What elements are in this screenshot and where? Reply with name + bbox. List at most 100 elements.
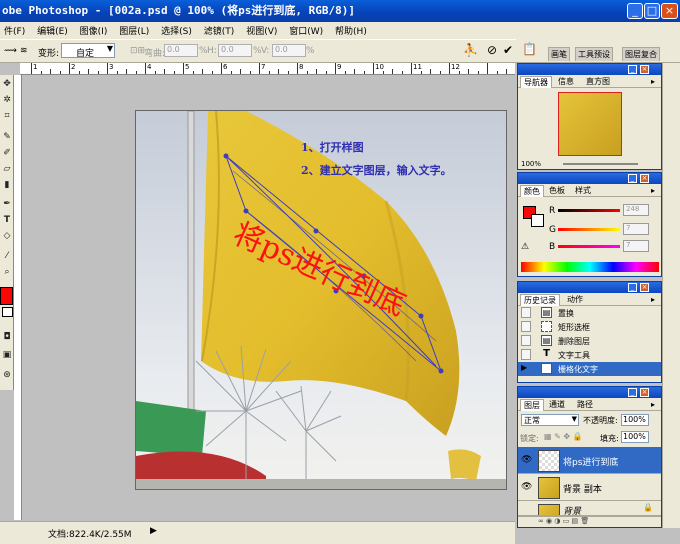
menu-layer[interactable]: 图层(L) [115, 22, 154, 37]
panel-minimize-button[interactable]: _ [628, 283, 637, 292]
magic-wand-icon[interactable]: ✲ [1, 93, 13, 107]
history-item[interactable]: T 文字工具 [518, 348, 661, 362]
v-field[interactable]: 0.0 [272, 44, 306, 57]
tab-styles[interactable]: 样式 [572, 185, 594, 197]
history-item[interactable]: ▤ 删除图层 [518, 334, 661, 348]
panel-minimize-button[interactable]: _ [628, 388, 637, 397]
menu-image[interactable]: 图像(I) [76, 22, 113, 37]
panel-menu-icon[interactable]: ▸ [648, 294, 658, 306]
ruler-tick [240, 69, 241, 74]
gradient-icon[interactable]: ▮ [1, 178, 13, 192]
fill-field[interactable]: 100% [621, 431, 649, 443]
tab-actions[interactable]: 动作 [564, 294, 586, 306]
panel-close-button[interactable]: × [640, 388, 649, 397]
palette-scrollbar[interactable] [662, 63, 680, 528]
imageready-icon[interactable]: ⊛ [1, 368, 13, 382]
tab-history[interactable]: 历史记录 [520, 294, 560, 306]
navigator-zoom[interactable]: 100% [521, 160, 541, 168]
menu-filter[interactable]: 滤镜(T) [200, 22, 240, 37]
move-tool-icon[interactable]: ✥ [1, 77, 13, 91]
menu-window[interactable]: 窗口(W) [285, 22, 328, 37]
lock-icons[interactable]: ▦ ✎ ✥ 🔒 [544, 432, 583, 441]
tab-brushes[interactable]: 画笔 [548, 47, 570, 61]
screen-mode-icon[interactable]: ▣ [1, 348, 13, 362]
panel-minimize-button[interactable]: _ [628, 65, 637, 74]
history-item[interactable]: ▤ 置换 [518, 306, 661, 320]
shape-tool-icon[interactable]: ◇ [1, 229, 13, 243]
window-title: obe Photoshop - [002a.psd @ 100% (将ps进行到… [2, 4, 356, 17]
type-tool-icon[interactable]: T [1, 213, 13, 227]
panel-close-button[interactable]: × [640, 174, 649, 183]
background-swatch[interactable] [531, 214, 544, 227]
navigator-thumbnail[interactable] [558, 92, 622, 156]
g-field[interactable]: 7 [623, 223, 649, 235]
ruler-tick [487, 63, 488, 74]
tab-channels[interactable]: 通道 [546, 399, 568, 411]
chevron-down-icon: ▼ [571, 415, 577, 423]
crop-tool-icon[interactable]: ⌗ [1, 109, 13, 123]
blend-mode-select[interactable]: 正常 ▼ [521, 414, 579, 426]
warp-style-select[interactable]: 自定 ▼ [61, 43, 115, 59]
eyedropper-icon[interactable]: ⁄ [1, 249, 13, 263]
status-menu-arrow[interactable]: ▶ [150, 526, 157, 536]
document-image[interactable]: 将ps进行到底 1、打开样图 2、建立文字图层，输入文字。 [135, 110, 507, 490]
panel-menu-icon[interactable]: ▸ [648, 76, 658, 88]
r-slider[interactable] [558, 209, 620, 212]
tab-layer-comps[interactable]: 图层复合 [622, 47, 660, 61]
tab-navigator[interactable]: 导航器 [520, 76, 552, 88]
layers-bottom-toolbar[interactable]: ∞ ◉ ◑ ▭ ▤ 🗑 [518, 516, 661, 527]
menu-view[interactable]: 视图(V) [242, 22, 282, 37]
ruler-tick [31, 63, 32, 74]
history-item-selected[interactable]: ▶ ▤ 栅格化文字 [518, 362, 661, 376]
menu-file[interactable]: 件(F) [0, 22, 30, 37]
opacity-field[interactable]: 100% [621, 414, 649, 426]
layer-row-selected[interactable]: 👁 将ps进行到底 [518, 447, 661, 474]
b-slider[interactable] [558, 245, 620, 248]
panel-minimize-button[interactable]: _ [628, 174, 637, 183]
gamut-warning-icon[interactable]: ⚠ [521, 242, 529, 252]
zoom-tool-icon[interactable]: ⌕ [1, 265, 13, 279]
eye-icon[interactable]: 👁 [521, 455, 532, 465]
g-slider[interactable] [558, 228, 620, 231]
eye-icon[interactable]: 👁 [521, 482, 532, 492]
cancel-transform-icon[interactable]: ⊘ [487, 43, 497, 57]
panel-menu-icon[interactable]: ▸ [648, 185, 658, 197]
ruler-tick [230, 71, 232, 74]
background-color-swatch[interactable] [2, 307, 13, 317]
menu-help[interactable]: 帮助(H) [331, 22, 372, 37]
maximize-button[interactable]: □ [644, 3, 660, 19]
green-flag [136, 401, 206, 456]
zoom-slider[interactable] [563, 163, 638, 165]
tab-info[interactable]: 信息 [555, 76, 577, 88]
foreground-color-swatch[interactable] [0, 287, 13, 305]
menu-edit[interactable]: 编辑(E) [33, 22, 73, 37]
h-field[interactable]: 0.0 [218, 44, 252, 57]
history-item[interactable]: 矩形选框 [518, 320, 661, 334]
tab-layers[interactable]: 图层 [520, 399, 544, 411]
layer-row[interactable]: 背景 🔒 [518, 501, 661, 516]
panel-menu-icon[interactable]: ▸ [648, 399, 658, 411]
eraser-icon[interactable]: ▱ [1, 162, 13, 176]
tab-paths[interactable]: 路径 [574, 399, 596, 411]
panel-close-button[interactable]: × [640, 283, 649, 292]
panel-close-button[interactable]: × [640, 65, 649, 74]
minimize-button[interactable]: _ [627, 3, 643, 19]
warp-toggle-icon[interactable]: ⛹ [463, 43, 478, 57]
history-brush-icon[interactable]: ✐ [1, 146, 13, 160]
pen-tool-icon[interactable]: ✒ [1, 197, 13, 211]
brush-tool-icon[interactable]: ✎ [1, 130, 13, 144]
r-field[interactable]: 248 [623, 204, 649, 216]
tab-color[interactable]: 颜色 [520, 185, 544, 197]
close-button[interactable]: × [661, 3, 678, 19]
tab-tool-presets[interactable]: 工具预设 [575, 47, 613, 61]
menu-select[interactable]: 选择(S) [157, 22, 197, 37]
color-ramp[interactable] [521, 262, 659, 272]
layer-row[interactable]: 👁 背景 副本 [518, 474, 661, 501]
dock-icon[interactable]: 📋 [522, 42, 537, 56]
tab-swatches[interactable]: 色板 [546, 185, 568, 197]
commit-transform-icon[interactable]: ✔ [503, 43, 513, 57]
quick-mask-icon[interactable]: ◘ [1, 330, 13, 344]
bend-field[interactable]: 0.0 [164, 44, 198, 57]
tab-histogram[interactable]: 直方图 [583, 76, 613, 88]
b-field[interactable]: 7 [623, 240, 649, 252]
